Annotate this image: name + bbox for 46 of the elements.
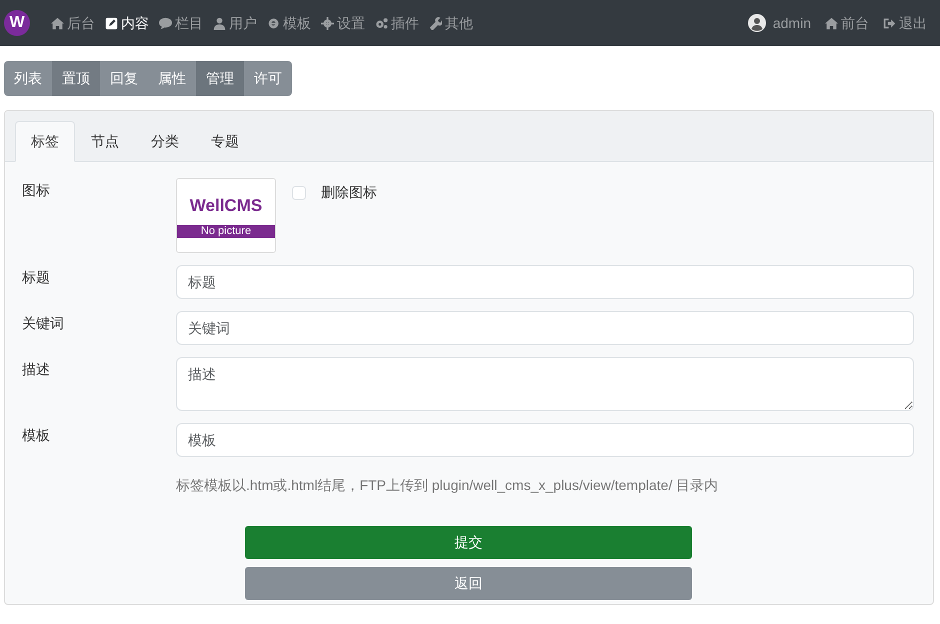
home-icon bbox=[51, 16, 64, 30]
field-label: 标题 bbox=[22, 268, 51, 287]
delete-icon-checkbox[interactable] bbox=[292, 186, 306, 200]
home-icon bbox=[825, 16, 838, 30]
input-field[interactable]: 模板 bbox=[176, 423, 914, 457]
nav-link[interactable]: 设置 bbox=[316, 12, 370, 34]
sign-out-icon bbox=[883, 16, 896, 30]
nav-link[interactable]: 栏目 bbox=[154, 12, 208, 34]
logo[interactable]: W bbox=[4, 10, 30, 36]
tab[interactable]: 节点 bbox=[75, 121, 135, 162]
field-label: 描述 bbox=[22, 360, 51, 379]
thumbnail-title: WellCMS bbox=[188, 195, 264, 218]
toolbar-button[interactable]: 置顶 bbox=[52, 61, 100, 96]
wrench-icon bbox=[429, 16, 442, 30]
nav-link[interactable]: 插件 bbox=[370, 12, 424, 34]
field-label: 模板 bbox=[22, 426, 51, 445]
submit-button[interactable]: 提交 bbox=[245, 526, 692, 559]
toolbar-button[interactable]: 属性 bbox=[148, 61, 196, 96]
field-label: 图标 bbox=[22, 181, 51, 200]
nav-link[interactable]: 用户 bbox=[208, 12, 262, 34]
user-icon bbox=[213, 16, 226, 30]
nav-link[interactable]: 后台 bbox=[46, 12, 100, 34]
checkbox-label: 删除图标 bbox=[321, 183, 377, 202]
thumbnail-caption: No picture bbox=[177, 224, 275, 238]
input-field[interactable]: 关键词 bbox=[176, 311, 914, 345]
edit-icon bbox=[105, 16, 118, 30]
toolbar-button[interactable]: 管理 bbox=[196, 61, 244, 96]
help-text: 标签模板以.htm或.html结尾，FTP上传到 plugin/well_cms_x_plus/view/template/ 目录内 bbox=[176, 476, 720, 495]
nav-link[interactable]: 其他 bbox=[424, 12, 478, 34]
nav-link[interactable]: 内容 bbox=[100, 12, 154, 34]
text-area[interactable]: 描述 bbox=[176, 357, 914, 411]
toolbar-button[interactable]: 回复 bbox=[100, 61, 148, 96]
nav-link[interactable]: 模板 bbox=[262, 12, 316, 34]
toolbar-button[interactable]: 许可 bbox=[244, 61, 292, 96]
tab[interactable]: 专题 bbox=[195, 121, 255, 162]
input-field[interactable]: 标题 bbox=[176, 265, 914, 299]
back-button[interactable]: 返回 bbox=[245, 567, 692, 600]
nav-link[interactable]: 前台 bbox=[820, 12, 874, 34]
comment-icon bbox=[159, 16, 172, 30]
user-menu[interactable]: admin bbox=[742, 12, 816, 34]
field-label: 关键词 bbox=[22, 314, 65, 333]
toolbar-button[interactable]: 列表 bbox=[4, 61, 52, 96]
tab[interactable]: 标签 bbox=[15, 121, 75, 162]
tab[interactable]: 分类 bbox=[135, 121, 195, 162]
avatar-icon bbox=[748, 14, 766, 32]
nav-link[interactable]: 退出 bbox=[878, 12, 932, 34]
